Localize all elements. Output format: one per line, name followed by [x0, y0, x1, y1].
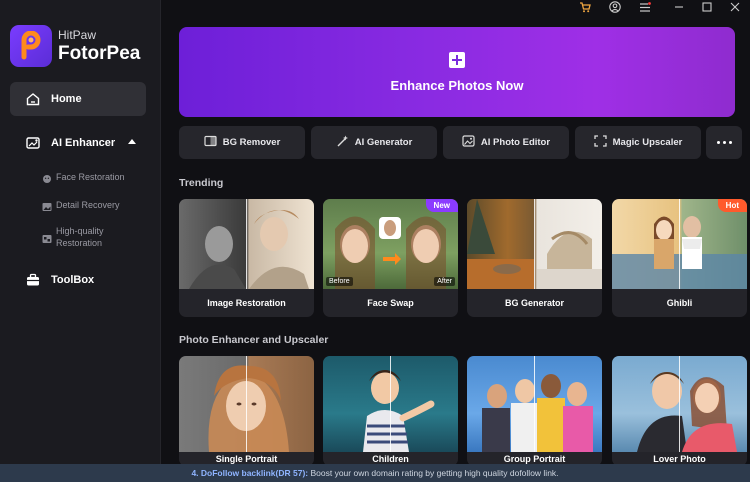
upscale-icon	[593, 134, 607, 152]
card-ghibli[interactable]: Hot Ghibli	[612, 199, 747, 317]
card-label: BG Generator	[504, 298, 564, 308]
brand-small: HitPaw	[58, 28, 97, 42]
before-tag: Before	[326, 277, 353, 286]
toolbox-icon	[25, 272, 41, 288]
card-face-swap[interactable]: Before After New Face Swap	[323, 199, 458, 317]
enhance-photos-now-button[interactable]: Enhance Photos Now	[179, 27, 735, 117]
subitem-label: High-quality Restoration	[56, 226, 104, 248]
card-image-restoration[interactable]: Image Restoration	[179, 199, 314, 317]
card-label: Face Swap	[367, 298, 414, 308]
sidebar-item-label: Home	[51, 93, 82, 105]
sidebar-item-label: ToolBox	[51, 274, 95, 286]
compare-divider	[246, 199, 247, 289]
card-thumbnail	[467, 356, 602, 452]
sidebar: HitPaw FotorPea Home AI Enhancer Face Re…	[0, 0, 161, 464]
sidebar-item-label: AI Enhancer	[51, 137, 116, 149]
subitem-label: Detail Recovery	[56, 200, 120, 210]
subitem-label: Face Restoration	[56, 172, 125, 182]
compare-divider	[390, 356, 391, 452]
chevron-up-icon[interactable]	[128, 139, 136, 144]
image-icon	[42, 199, 52, 217]
card-children[interactable]: Children	[323, 356, 458, 466]
sidebar-item-toolbox[interactable]: ToolBox	[10, 265, 146, 295]
sidebar-subitem-high-quality-restoration[interactable]: High-quality Restoration	[42, 225, 136, 249]
compare-divider	[534, 356, 535, 452]
minimize-icon[interactable]	[672, 0, 686, 14]
more-icon	[716, 141, 720, 144]
title-bar	[161, 0, 750, 14]
tool-label: AI Generator	[354, 137, 413, 148]
magic-upscaler-button[interactable]: Magic Upscaler	[575, 126, 701, 159]
new-badge: New	[425, 199, 458, 212]
more-tools-button[interactable]	[706, 126, 742, 159]
tool-label: BG Remover	[222, 137, 281, 148]
card-thumbnail	[612, 356, 747, 452]
card-thumbnail	[323, 356, 458, 452]
hero-label: Enhance Photos Now	[390, 77, 524, 93]
sidebar-subitem-detail-recovery[interactable]: Detail Recovery	[42, 199, 136, 217]
card-group-portrait[interactable]: Group Portrait	[467, 356, 602, 466]
brand-name: FotorPea	[58, 43, 141, 64]
compare-divider	[679, 356, 680, 452]
after-tag: After	[434, 277, 455, 286]
card-thumbnail: Before After New	[323, 199, 458, 289]
card-thumbnail	[179, 356, 314, 452]
ai-generator-button[interactable]: AI Generator	[311, 126, 437, 159]
card-single-portrait[interactable]: Single Portrait	[179, 356, 314, 466]
ai-photo-editor-button[interactable]: AI Photo Editor	[443, 126, 569, 159]
compare-divider	[246, 356, 247, 452]
card-label: Ghibli	[666, 298, 693, 308]
compare-divider	[534, 199, 535, 289]
menu-icon[interactable]	[638, 0, 652, 14]
face-icon	[42, 171, 52, 189]
fotorpea-logo-icon	[10, 25, 52, 67]
shop-cart-icon[interactable]	[578, 0, 592, 14]
card-bg-generator[interactable]: BG Generator	[467, 199, 602, 317]
card-thumbnail	[467, 199, 602, 289]
promo-banner[interactable]: 4. DoFollow backlink(DR 57): Boost your …	[0, 464, 750, 482]
maximize-icon[interactable]	[700, 0, 714, 14]
section-title-photo-enhancer: Photo Enhancer and Upscaler	[179, 334, 329, 346]
sidebar-item-ai-enhancer[interactable]: AI Enhancer	[10, 128, 146, 158]
image-enhance-icon	[25, 135, 41, 151]
tool-label: Magic Upscaler	[612, 137, 683, 148]
magic-wand-icon	[336, 134, 349, 152]
card-thumbnail	[179, 199, 314, 289]
hq-image-icon	[42, 231, 52, 249]
app-logo: HitPaw FotorPea	[10, 25, 140, 67]
section-title-trending: Trending	[179, 177, 224, 189]
sidebar-subitem-face-restoration[interactable]: Face Restoration	[42, 171, 136, 189]
bg-remover-button[interactable]: BG Remover	[179, 126, 305, 159]
card-thumbnail: Hot	[612, 199, 747, 289]
add-icon	[449, 51, 465, 68]
account-icon[interactable]	[608, 0, 622, 14]
home-icon	[25, 91, 41, 107]
sidebar-item-home[interactable]: Home	[10, 82, 146, 116]
close-icon[interactable]	[728, 0, 742, 14]
compare-divider	[679, 199, 680, 289]
card-label: Image Restoration	[207, 298, 286, 308]
photo-edit-icon	[462, 134, 475, 152]
hot-badge: Hot	[717, 199, 747, 212]
bg-remover-icon	[204, 134, 217, 152]
card-lover-photo[interactable]: Lover Photo	[612, 356, 747, 466]
banner-prefix: 4. DoFollow backlink(DR 57):	[191, 468, 309, 478]
tool-label: AI Photo Editor	[480, 137, 551, 148]
banner-text: Boost your own domain rating by getting …	[308, 468, 559, 478]
